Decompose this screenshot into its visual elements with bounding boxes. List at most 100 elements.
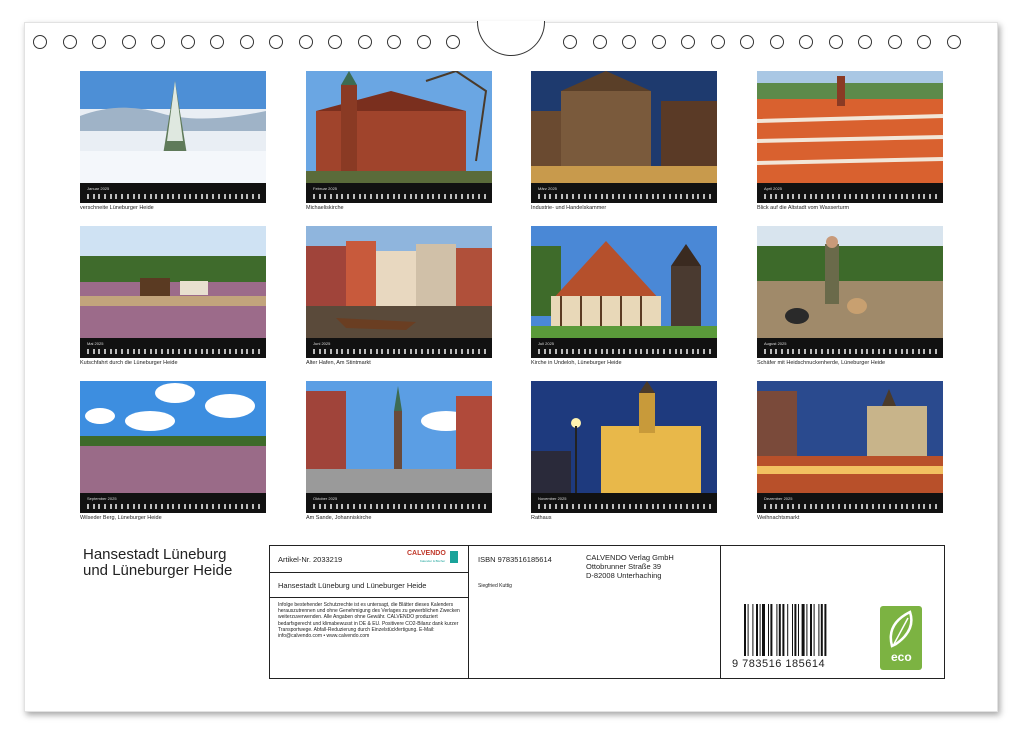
day-tick [115, 349, 118, 354]
info-column-barcode: 9 783516 185614 eco [722, 546, 944, 678]
day-tick [240, 349, 243, 354]
day-tick [934, 194, 937, 199]
day-tick [538, 194, 540, 199]
day-tick [674, 349, 677, 354]
day-tick [121, 349, 124, 354]
day-tick [138, 504, 141, 509]
day-tick [764, 194, 766, 199]
day-tick [330, 504, 333, 509]
day-tick [685, 349, 688, 354]
day-tick [543, 194, 546, 199]
day-tick [663, 504, 666, 509]
day-tick [843, 349, 846, 354]
day-tick [460, 194, 463, 199]
day-tick [138, 194, 141, 199]
day-tick [217, 504, 220, 509]
day-tick [335, 349, 338, 354]
day-tick [798, 504, 801, 509]
day-tick [392, 504, 395, 509]
brand-tagline: Kalender & Bücher [420, 559, 446, 563]
day-tick [375, 349, 378, 354]
day-tick [369, 194, 372, 199]
day-tick [668, 349, 671, 354]
day-tick [178, 349, 180, 354]
day-tick [555, 194, 558, 199]
day-tick [251, 349, 254, 354]
day-tick [398, 504, 401, 509]
day-tick [87, 194, 89, 199]
day-tick [611, 349, 614, 354]
day-tick [87, 504, 89, 509]
photo-caption: Blick auf die Altstadt vom Wasserturm [757, 205, 850, 211]
day-tick [426, 194, 429, 199]
day-tick [246, 194, 249, 199]
photo-caption: Rathaus [531, 515, 552, 521]
month-cell: Februar 2025 Michaeliskirche [306, 71, 492, 211]
binding-ring [151, 35, 165, 49]
day-tick [200, 194, 203, 199]
day-tick [634, 349, 637, 354]
day-tick [160, 504, 163, 509]
day-tick [792, 349, 795, 354]
title-line-1: Hansestadt Lüneburg [83, 546, 227, 563]
day-tick [477, 504, 480, 509]
day-tick [640, 349, 643, 354]
day-tick [206, 194, 209, 199]
day-tick [826, 194, 829, 199]
day-tick [121, 194, 124, 199]
day-tick [104, 194, 107, 199]
day-tick [849, 194, 852, 199]
day-tick [313, 194, 315, 199]
day-tick [109, 504, 112, 509]
month-label: Juni 2025 [313, 341, 331, 346]
calendar-sheet: Januar 2025 verschneite Lüneburger Heide… [24, 21, 998, 712]
day-tick [212, 349, 215, 354]
day-tick [849, 504, 852, 509]
day-tick [657, 194, 660, 199]
day-tick [917, 504, 920, 509]
day-tick [883, 349, 886, 354]
day-tick [352, 504, 355, 509]
day-tick [335, 504, 338, 509]
day-tick [330, 349, 333, 354]
publisher-name: CALVENDO Verlag GmbH [586, 553, 674, 562]
day-tick [866, 349, 869, 354]
day-tick [369, 349, 372, 354]
day-tick [324, 504, 327, 509]
day-tick [923, 504, 926, 509]
day-tick [555, 349, 558, 354]
day-tick [341, 504, 344, 509]
day-tick [92, 349, 95, 354]
day-tick [549, 194, 552, 199]
binding-ring [357, 35, 372, 49]
binding-ring [681, 35, 695, 49]
day-tick [132, 194, 135, 199]
day-tick [229, 194, 232, 199]
day-tick [798, 349, 801, 354]
day-tick [623, 504, 626, 509]
day-tick [149, 349, 152, 354]
day-tick [911, 504, 914, 509]
binding-ring [858, 35, 872, 49]
month-label: April 2025 [764, 186, 783, 191]
day-tick [786, 349, 789, 354]
day-tick [143, 194, 146, 199]
day-tick [872, 349, 875, 354]
day-tick [421, 504, 424, 509]
day-tick [166, 349, 169, 354]
day-tick [894, 349, 897, 354]
eco-badge: eco [880, 606, 922, 670]
day-tick [386, 504, 389, 509]
day-tick [594, 194, 597, 199]
photo-am-sande [306, 381, 492, 493]
day-tick [640, 504, 643, 509]
day-tick [623, 194, 626, 199]
day-tick [426, 504, 429, 509]
day-tick [849, 349, 852, 354]
binding-ring [328, 35, 342, 49]
day-tick [646, 504, 649, 509]
day-tick [98, 504, 101, 509]
day-tick [680, 349, 683, 354]
day-tick [702, 194, 705, 199]
day-tick [872, 504, 875, 509]
